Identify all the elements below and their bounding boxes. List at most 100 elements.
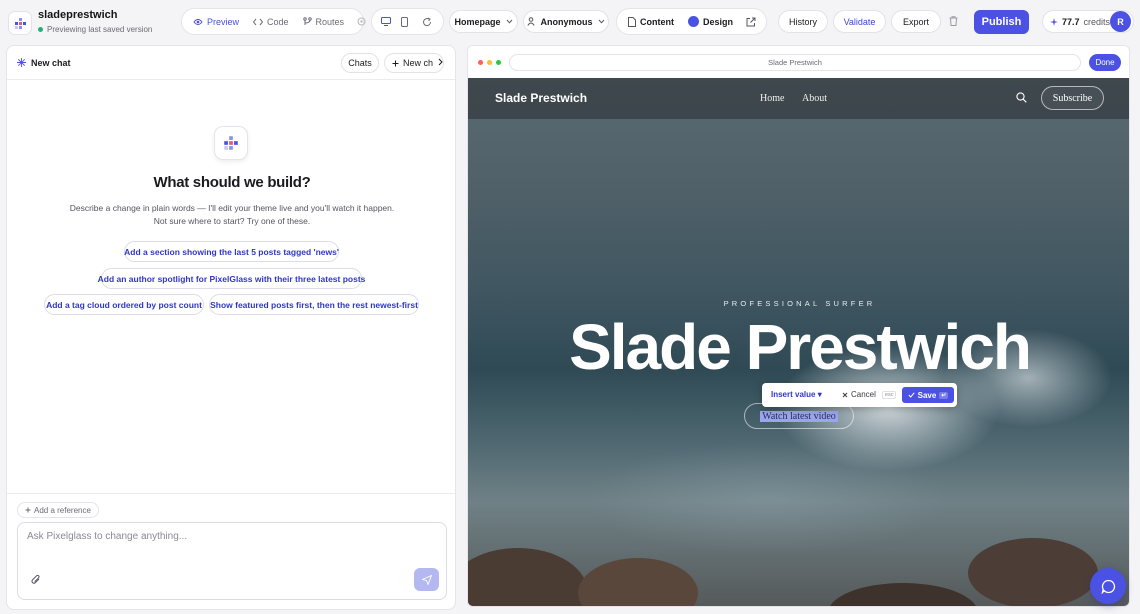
chat-composer xyxy=(17,522,447,600)
credits-value: 77.7 xyxy=(1062,16,1080,27)
window-minimize-dot-icon xyxy=(487,60,492,65)
device-switch xyxy=(371,8,444,35)
audience-select-value: Anonymous xyxy=(540,16,593,27)
audience-select[interactable]: Anonymous xyxy=(523,10,609,33)
chats-button[interactable]: Chats xyxy=(341,53,379,73)
chat-bubble-icon xyxy=(1101,579,1116,594)
suggestion-chip[interactable]: Add a section showing the last 5 posts t… xyxy=(124,241,339,262)
hero-cta-label[interactable]: Watch latest video xyxy=(760,410,838,422)
search-icon[interactable] xyxy=(1016,92,1027,103)
export-button[interactable]: Export xyxy=(891,10,941,33)
pixelglass-logo-icon[interactable] xyxy=(8,11,32,35)
chat-title: New chat xyxy=(31,57,71,68)
reload-icon xyxy=(422,17,432,27)
support-chat-button[interactable] xyxy=(1090,568,1126,604)
hero-title[interactable]: Slade Prestwich xyxy=(468,310,1129,384)
chat-panel: New chat Chats New ch What should we bui… xyxy=(6,45,456,610)
site-brand[interactable]: Slade Prestwich xyxy=(495,91,587,105)
rock-shape xyxy=(968,538,1098,606)
enter-key-hint: ↵ xyxy=(939,391,949,399)
content-mode-label: Content xyxy=(640,16,674,27)
top-bar: sladeprestwich Previewing last saved ver… xyxy=(0,0,1140,44)
pixelglass-logo-icon xyxy=(214,126,248,160)
preview-panel: Slade Prestwich Done Slade Prestwich Hom… xyxy=(467,45,1130,607)
publish-button-label: Publish xyxy=(981,16,1022,28)
history-button[interactable]: History xyxy=(778,10,828,33)
esc-key-hint: esc xyxy=(881,390,897,399)
insert-value-button[interactable]: Insert value ▾ xyxy=(771,390,822,399)
site-header: Slade Prestwich Home About Subscribe xyxy=(468,78,1129,119)
hero-kicker: PROFESSIONAL SURFER xyxy=(723,299,876,308)
project-status: Previewing last saved version xyxy=(38,25,152,34)
design-mode-label: Design xyxy=(703,16,734,27)
tab-preview[interactable]: Preview xyxy=(186,11,246,32)
chat-header: New chat Chats New ch xyxy=(7,46,455,80)
paperclip-icon[interactable] xyxy=(31,574,41,585)
empty-state-description: Describe a change in plain words — I'll … xyxy=(67,202,397,228)
new-chat-button[interactable]: New ch xyxy=(384,53,444,73)
close-icon xyxy=(842,392,848,398)
send-button[interactable] xyxy=(414,568,439,591)
new-chat-button-label: New ch xyxy=(403,58,434,68)
site-nav-home[interactable]: Home xyxy=(760,93,784,104)
site-preview: Slade Prestwich Home About Subscribe PRO… xyxy=(468,78,1129,606)
sparkle-icon xyxy=(17,58,26,67)
avatar[interactable]: R xyxy=(1110,11,1131,32)
mobile-icon xyxy=(401,16,408,27)
empty-state-description-line-1: Describe a change in plain words — I'll … xyxy=(69,203,395,213)
cancel-edit-button[interactable]: Cancel esc xyxy=(842,390,897,399)
subscribe-button[interactable]: Subscribe xyxy=(1041,86,1104,110)
content-mode-button[interactable]: Content xyxy=(621,11,681,32)
browser-bar: Slade Prestwich Done xyxy=(468,46,1129,78)
project-info: sladeprestwich Previewing last saved ver… xyxy=(38,9,152,34)
routes-settings-icon[interactable] xyxy=(357,17,366,26)
suggestion-chip[interactable]: Add a tag cloud ordered by post count xyxy=(44,294,204,315)
composer-divider xyxy=(7,493,455,494)
mobile-view-button[interactable] xyxy=(396,11,413,32)
tab-preview-label: Preview xyxy=(207,16,240,27)
reload-button[interactable] xyxy=(417,11,437,32)
design-mode-button[interactable]: Design xyxy=(681,11,740,32)
save-edit-button[interactable]: Save ↵ xyxy=(902,387,954,403)
mode-switch: Content Design xyxy=(616,8,767,35)
chevron-right-icon[interactable] xyxy=(438,58,443,66)
suggestion-chip[interactable]: Add an author spotlight for PixelGlass w… xyxy=(98,268,365,289)
site-nav-about[interactable]: About xyxy=(802,93,827,104)
desktop-icon xyxy=(381,17,391,26)
check-icon xyxy=(908,392,915,398)
document-icon xyxy=(628,16,636,27)
chevron-down-icon xyxy=(598,19,605,24)
tab-routes-label: Routes xyxy=(315,16,345,27)
tab-code[interactable]: Code xyxy=(246,11,296,32)
validate-button-label: Validate xyxy=(843,16,876,27)
add-reference-button[interactable]: Add a reference xyxy=(17,502,99,518)
tab-routes[interactable]: Routes xyxy=(296,11,352,32)
url-bar[interactable]: Slade Prestwich xyxy=(509,54,1081,71)
export-button-label: Export xyxy=(902,16,929,27)
empty-state-description-line-2: Not sure where to start? Try one of thes… xyxy=(153,216,311,226)
project-name: sladeprestwich xyxy=(38,9,118,21)
add-reference-label: Add a reference xyxy=(34,505,91,515)
empty-state-title: What should we build? xyxy=(153,174,311,191)
insert-value-label: Insert value xyxy=(771,390,816,399)
cancel-edit-label: Cancel xyxy=(851,390,876,399)
external-link-icon[interactable] xyxy=(746,17,756,27)
rock-shape xyxy=(828,583,978,606)
suggestion-chip[interactable]: Show featured posts first, then the rest… xyxy=(209,294,419,315)
routes-icon xyxy=(302,17,312,26)
project-status-text: Previewing last saved version xyxy=(47,25,153,34)
credits-label: credits xyxy=(1083,16,1111,27)
chat-input[interactable] xyxy=(27,531,387,542)
view-tabs: Preview Code Routes xyxy=(181,8,366,35)
done-button[interactable]: Done xyxy=(1089,54,1121,71)
trash-icon[interactable] xyxy=(949,16,958,26)
publish-button[interactable]: Publish xyxy=(974,10,1029,34)
send-icon xyxy=(421,574,432,585)
desktop-view-button[interactable] xyxy=(376,11,396,32)
save-edit-label: Save xyxy=(917,390,937,400)
validate-button[interactable]: Validate xyxy=(833,10,886,33)
page-select[interactable]: Homepage xyxy=(449,10,518,33)
status-dot-icon xyxy=(38,27,43,32)
eye-icon xyxy=(193,18,203,26)
plus-icon xyxy=(392,60,399,67)
